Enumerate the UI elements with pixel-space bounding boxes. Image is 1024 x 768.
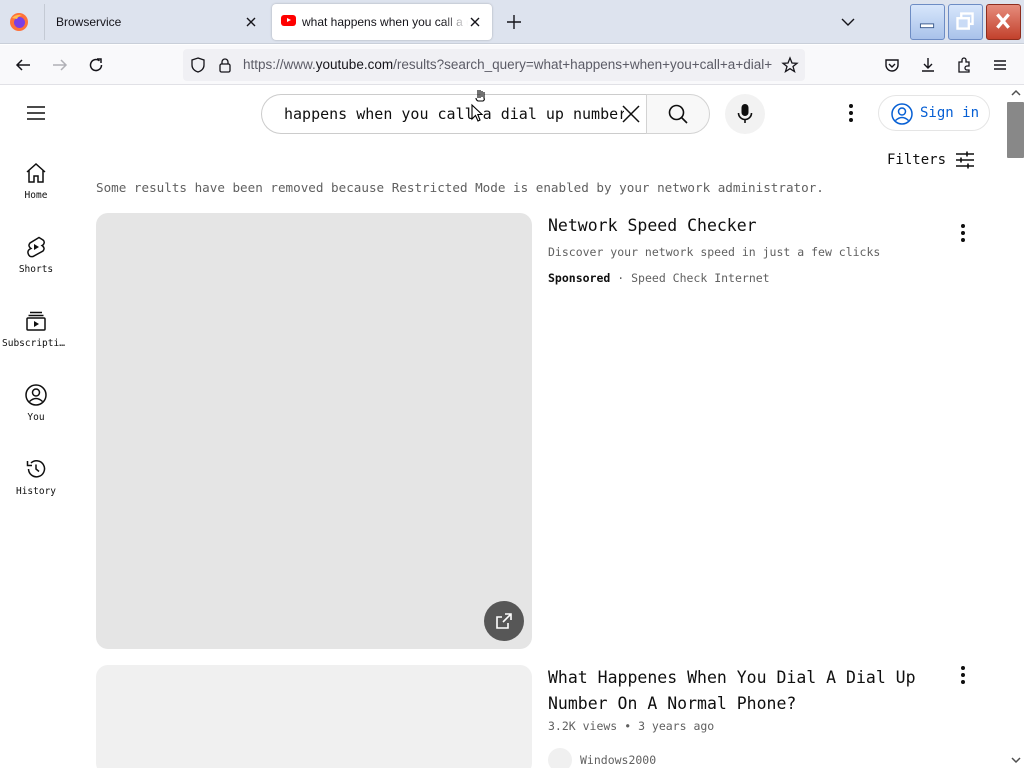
menu-icon[interactable] — [991, 56, 1009, 74]
guide-label: Home — [24, 190, 48, 201]
voice-search-button[interactable] — [725, 94, 765, 134]
external-link-icon — [496, 613, 512, 629]
url-host: youtube.com — [315, 57, 394, 72]
restricted-mode-notice: Some results have been removed because R… — [96, 180, 824, 195]
tab-browservice[interactable]: Browservice — [44, 4, 268, 40]
upload-age: 3 years ago — [638, 719, 715, 733]
clear-search-icon[interactable] — [620, 103, 642, 125]
ad-thumbnail[interactable] — [96, 213, 532, 649]
guide-item-home[interactable]: Home — [0, 161, 72, 201]
shorts-icon — [27, 236, 45, 258]
ad-sponsor-line: Sponsored · Speed Check Internet — [548, 271, 770, 285]
page-scrollbar[interactable] — [1008, 86, 1024, 768]
more-actions-icon[interactable] — [951, 663, 975, 687]
guide-item-shorts[interactable]: Shorts — [0, 235, 72, 275]
filters-label: Filters — [887, 152, 947, 168]
meta-separator: · — [617, 271, 625, 285]
channel-avatar[interactable] — [548, 748, 572, 768]
url-path: /results?search_query=what+happens+when+… — [393, 57, 773, 72]
minimize-icon — [919, 23, 935, 29]
lock-icon[interactable] — [216, 56, 234, 74]
subscriptions-icon — [26, 311, 46, 331]
firefox-icon[interactable] — [9, 12, 29, 32]
ad-description: Discover your network speed in just a fe… — [548, 245, 881, 259]
video-meta: 3.2K views • 3 years ago — [548, 719, 714, 733]
tab-title: Browservice — [56, 15, 122, 29]
close-window-icon — [996, 13, 1010, 29]
history-icon — [26, 460, 46, 478]
guide-item-subscriptions[interactable]: Subscriptions — [0, 309, 72, 349]
microphone-icon — [737, 104, 753, 123]
download-icon[interactable] — [919, 56, 937, 74]
reload-icon[interactable] — [87, 56, 105, 74]
open-external-button[interactable] — [484, 601, 524, 641]
advertiser-name[interactable]: Speed Check Internet — [631, 271, 769, 285]
view-count: 3.2K views — [548, 719, 618, 733]
meta-separator: • — [624, 719, 632, 733]
url-prefix: https://www. — [243, 57, 316, 72]
search-query-text[interactable]: happens when you call a dial up number — [284, 105, 624, 123]
sponsored-badge: Sponsored — [548, 271, 611, 285]
address-bar[interactable]: https://www.youtube.com/results?search_q… — [183, 49, 805, 81]
list-all-tabs-chevron-icon[interactable] — [840, 14, 856, 30]
youtube-favicon-icon — [281, 15, 296, 26]
scrollbar-thumb[interactable] — [1007, 102, 1024, 158]
window-close-button[interactable] — [986, 4, 1021, 40]
more-settings-icon[interactable] — [839, 101, 863, 125]
search-icon — [668, 104, 688, 124]
ad-title[interactable]: Network Speed Checker — [548, 213, 757, 239]
url-text[interactable]: https://www.youtube.com/results?search_q… — [243, 57, 773, 72]
filters-button[interactable]: Filters — [887, 150, 976, 170]
window-restore-button[interactable] — [948, 4, 983, 40]
scroll-up-arrow-icon[interactable] — [1010, 88, 1022, 98]
search-input[interactable]: happens when you call a dial up number — [261, 94, 647, 134]
video-thumbnail[interactable] — [96, 665, 532, 768]
guide-item-you[interactable]: You — [0, 383, 72, 423]
browser-tab-strip: Browservice what happens when you call a… — [0, 0, 1024, 44]
guide-label: History — [15, 486, 57, 497]
extensions-icon[interactable] — [955, 56, 973, 74]
window-minimize-button[interactable] — [910, 4, 945, 40]
video-title[interactable]: What Happenes When You Dial A Dial Up Nu… — [548, 665, 928, 717]
filters-sliders-icon — [956, 151, 975, 169]
more-actions-icon[interactable] — [951, 221, 975, 245]
tab-youtube-search[interactable]: what happens when you call a dial up num… — [272, 4, 492, 40]
forward-icon[interactable] — [51, 56, 69, 74]
mouse-cursor-icon — [471, 90, 485, 122]
sign-in-button[interactable]: Sign in — [878, 95, 990, 131]
guide-label: Shorts — [18, 264, 54, 275]
browser-navigation-bar: https://www.youtube.com/results?search_q… — [0, 45, 1024, 85]
bookmark-star-icon[interactable] — [781, 56, 799, 74]
channel-name[interactable]: Windows2000 — [580, 753, 656, 767]
pocket-icon[interactable] — [883, 56, 901, 74]
guide-label: You — [27, 412, 45, 423]
scroll-down-arrow-icon[interactable] — [1010, 755, 1022, 765]
guide-label: Subscriptions — [2, 338, 72, 349]
back-icon[interactable] — [14, 56, 32, 74]
search-button[interactable] — [646, 94, 710, 134]
you-icon — [25, 384, 47, 406]
home-icon — [26, 162, 46, 183]
restore-icon — [956, 12, 974, 30]
tab-title: what happens when you call a dial up num… — [302, 15, 468, 29]
new-tab-plus-icon[interactable] — [505, 13, 523, 31]
guide-item-history[interactable]: History — [0, 457, 72, 497]
guide-menu-icon[interactable] — [24, 101, 48, 125]
close-tab-icon[interactable] — [468, 15, 482, 29]
shield-icon[interactable] — [189, 56, 207, 74]
close-tab-icon[interactable] — [244, 15, 258, 29]
sign-in-label: Sign in — [920, 105, 980, 121]
account-circle-icon — [891, 103, 913, 125]
